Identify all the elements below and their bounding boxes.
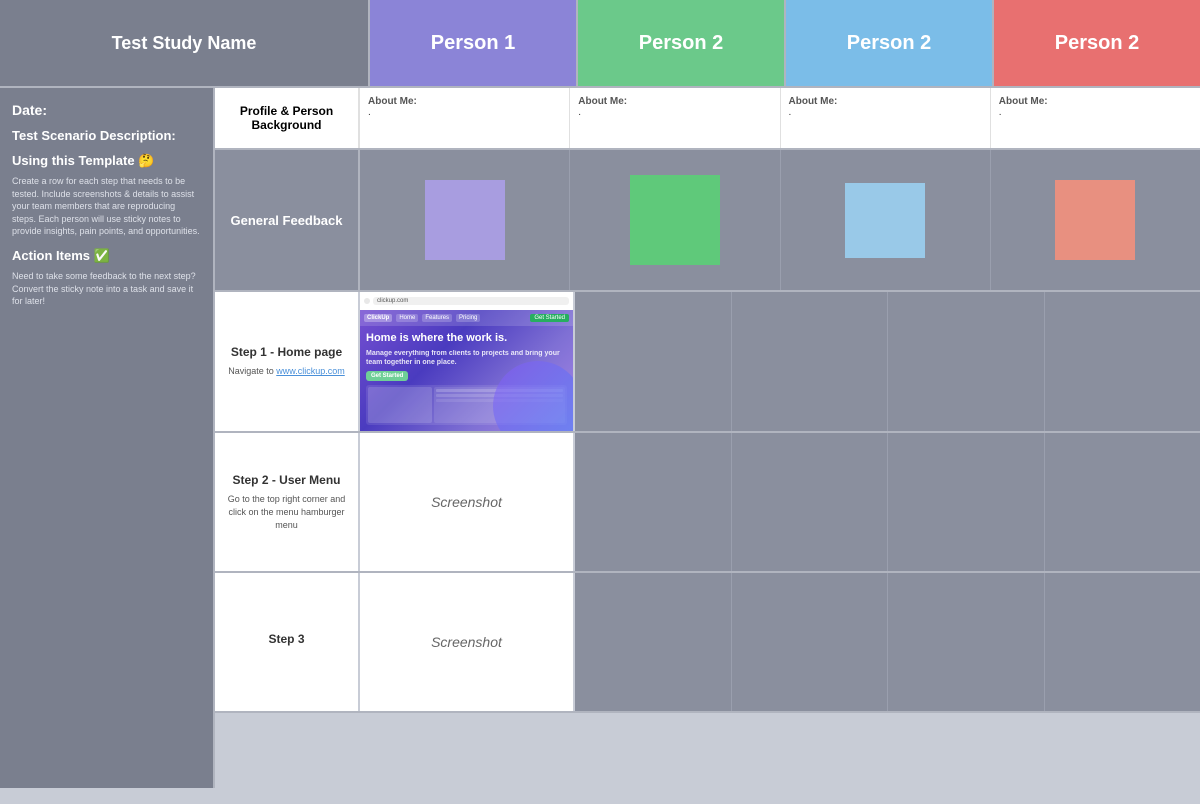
step-3-title: Step 3 [268,632,304,646]
step-1-sticky-cell-2 [732,292,889,431]
step-2-title: Step 2 - User Menu [232,473,340,487]
profile-person-cell-4: About Me: . [991,88,1200,148]
step-2-screenshot-label: Screenshot [431,494,502,510]
feedback-sticky-area-1 [360,150,570,290]
step-3-sticky-cells [575,573,1200,711]
nav-item-features: Features [422,314,452,322]
step-2-instruction: Go to the top right corner and click on … [225,493,348,531]
nav-item-logo: ClickUp [364,314,392,322]
step-1-sticky-cells [575,292,1200,431]
general-feedback-row: General Feedback [215,150,1200,292]
step-2-screenshot-cell: Screenshot [360,433,575,571]
header-person-1: Person 1 [370,0,578,86]
feedback-sticky-area-4 [991,150,1200,290]
study-name-header: Test Study Name [0,0,370,86]
step-1-sticky-cell-1 [575,292,732,431]
nav-cta: Get Started [530,314,569,322]
step-3-sticky-cell-2 [732,573,889,711]
step-3-label-cell: Step 3 [215,573,360,711]
profile-section-row: Profile & Person Background About Me: . … [215,88,1200,150]
clickup-cta-btn[interactable]: Get Started [366,371,408,381]
step-3-sticky-cell-1 [575,573,732,711]
profile-person-cell-3: About Me: . [781,88,991,148]
sticky-note-blue[interactable] [845,183,925,258]
header-person-2c: Person 2 [994,0,1200,86]
clickup-url-bar: clickup.com [373,297,569,305]
sidebar-scenario-label: Test Scenario Description: [12,128,201,143]
step-2-sticky-cell-3 [888,433,1045,571]
sidebar-date-label: Date: [12,102,201,118]
step-2-sticky-cell-1 [575,433,732,571]
step-1-title: Step 1 - Home page [231,345,342,359]
profile-person-cell-1: About Me: . [360,88,570,148]
profile-person-cell-2: About Me: . [570,88,780,148]
sidebar-using-body: Create a row for each step that needs to… [12,175,201,238]
main-content: Date: Test Scenario Description: Using t… [0,88,1200,788]
sticky-note-purple[interactable] [425,180,505,260]
step-1-label-cell: Step 1 - Home page Navigate to www.click… [215,292,360,431]
header-row: Test Study Name Person 1 Person 2 Person… [0,0,1200,88]
header-person-2a: Person 2 [578,0,786,86]
content-grid: Profile & Person Background About Me: . … [215,88,1200,788]
dot-1 [364,298,370,304]
feedback-sticky-area-3 [781,150,991,290]
nav-item-home: Home [396,314,418,322]
feedback-sticky-area-2 [570,150,780,290]
step-3-sticky-cell-3 [888,573,1045,711]
step-1-sticky-cell-3 [888,292,1045,431]
header-person-2b: Person 2 [786,0,994,86]
sticky-note-salmon[interactable] [1055,180,1135,260]
step-3-row: Step 3 Screenshot [215,573,1200,713]
step-1-instruction: Navigate to www.clickup.com [228,365,345,378]
step-1-row: Step 1 - Home page Navigate to www.click… [215,292,1200,433]
sidebar: Date: Test Scenario Description: Using t… [0,88,215,788]
sidebar-action-label: Action Items ✅ [12,248,201,264]
profile-label-cell: Profile & Person Background [215,88,360,148]
step-3-screenshot-label: Screenshot [431,634,502,650]
step-2-row: Step 2 - User Menu Go to the top right c… [215,433,1200,573]
clickup-topbar: clickup.com [360,292,573,310]
step-1-screenshot-cell: clickup.com ClickUp Home Features Pricin… [360,292,575,431]
sidebar-action-body: Need to take some feedback to the next s… [12,270,201,308]
step-2-label-cell: Step 2 - User Menu Go to the top right c… [215,433,360,571]
step-2-sticky-cell-4 [1045,433,1200,571]
sticky-note-green[interactable] [630,175,720,265]
step-3-sticky-cell-4 [1045,573,1200,711]
step-2-sticky-cells [575,433,1200,571]
step-2-sticky-cell-2 [732,433,889,571]
clickup-link[interactable]: www.clickup.com [276,366,345,376]
clickup-mockup-image: clickup.com ClickUp Home Features Pricin… [360,292,573,431]
step-1-sticky-cell-4 [1045,292,1200,431]
nav-item-pricing: Pricing [456,314,480,322]
clickup-nav: ClickUp Home Features Pricing Get Starte… [360,310,573,326]
step-3-screenshot-cell: Screenshot [360,573,575,711]
feedback-label-cell: General Feedback [215,150,360,290]
sidebar-using-label: Using this Template 🤔 [12,153,201,169]
